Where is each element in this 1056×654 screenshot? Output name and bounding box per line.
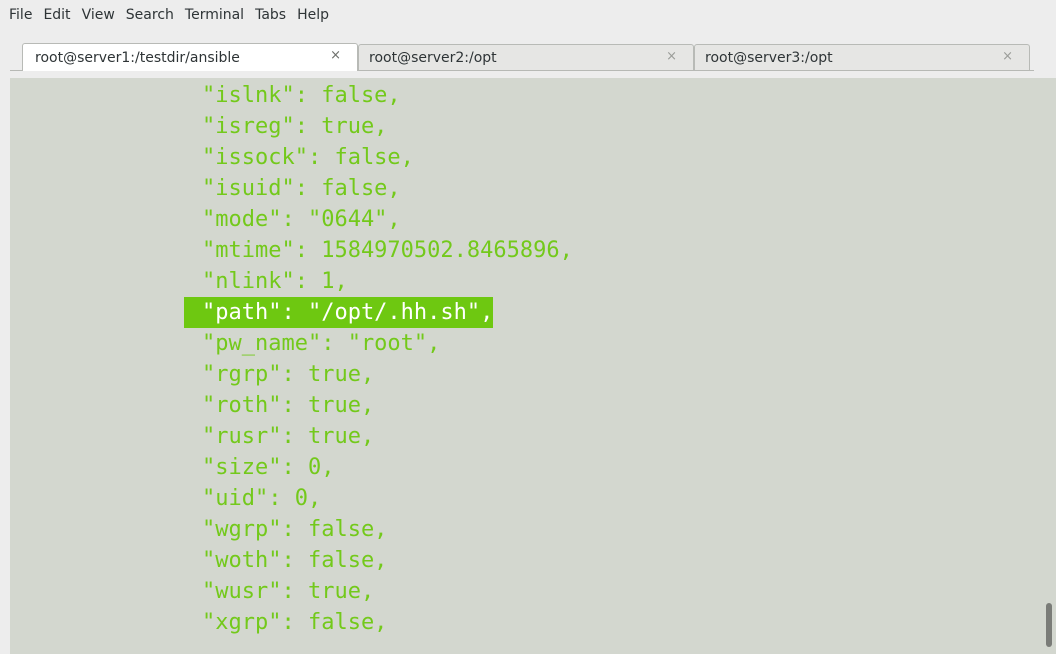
menu-terminal[interactable]: Terminal [185, 7, 244, 23]
terminal-line: "wusr": true, [202, 579, 375, 604]
terminal-line: "isreg": true, [202, 114, 388, 139]
close-icon[interactable]: × [330, 48, 341, 63]
tab-label: root@server2:/opt [369, 49, 497, 66]
terminal-line: "size": 0, [202, 455, 335, 480]
scrollbar[interactable] [1042, 78, 1056, 654]
close-icon[interactable]: × [1002, 49, 1013, 64]
menubar: File Edit View Search Terminal Tabs Help [0, 0, 1056, 30]
close-icon[interactable]: × [666, 49, 677, 64]
terminal-line: "islnk": false, [202, 83, 401, 108]
menu-help[interactable]: Help [297, 7, 329, 23]
tab-server3[interactable]: root@server3:/opt × [694, 44, 1030, 70]
terminal-window: File Edit View Search Terminal Tabs Help… [0, 0, 1056, 654]
terminal-line: "isuid": false, [202, 176, 401, 201]
terminal-line: "rusr": true, [202, 424, 375, 449]
menu-view[interactable]: View [82, 7, 115, 23]
terminal-line: "mode": "0644", [202, 207, 401, 232]
terminal-line: "roth": true, [202, 393, 375, 418]
menu-edit[interactable]: Edit [43, 7, 70, 23]
tab-server1[interactable]: root@server1:/testdir/ansible × [22, 43, 358, 71]
terminal-line: "issock": false, [202, 145, 414, 170]
menu-file[interactable]: File [9, 7, 32, 23]
tab-label: root@server1:/testdir/ansible [35, 49, 240, 66]
terminal-line: "nlink": 1, [202, 269, 348, 294]
menu-tabs[interactable]: Tabs [255, 7, 286, 23]
tab-server2[interactable]: root@server2:/opt × [358, 44, 694, 70]
terminal-line: "xgrp": false, [202, 610, 388, 635]
terminal-line: "mtime": 1584970502.8465896, [202, 238, 573, 263]
terminal-line: "rgrp": true, [202, 362, 375, 387]
terminal-line: "wgrp": false, [202, 517, 388, 542]
tab-label: root@server3:/opt [705, 49, 833, 66]
terminal-output[interactable]: "islnk": false, "isreg": true, "issock": f… [10, 78, 1056, 654]
terminal-line: "uid": 0, [202, 486, 322, 511]
terminal-line: "woth": false, [202, 548, 388, 573]
terminal-line: "pw_name": "root", [202, 331, 441, 356]
menu-search[interactable]: Search [126, 7, 174, 23]
scrollbar-thumb[interactable] [1046, 603, 1052, 647]
tab-bar: root@server1:/testdir/ansible × root@ser… [0, 30, 1056, 78]
selected-terminal-line: "path": "/opt/.hh.sh", [184, 297, 494, 328]
